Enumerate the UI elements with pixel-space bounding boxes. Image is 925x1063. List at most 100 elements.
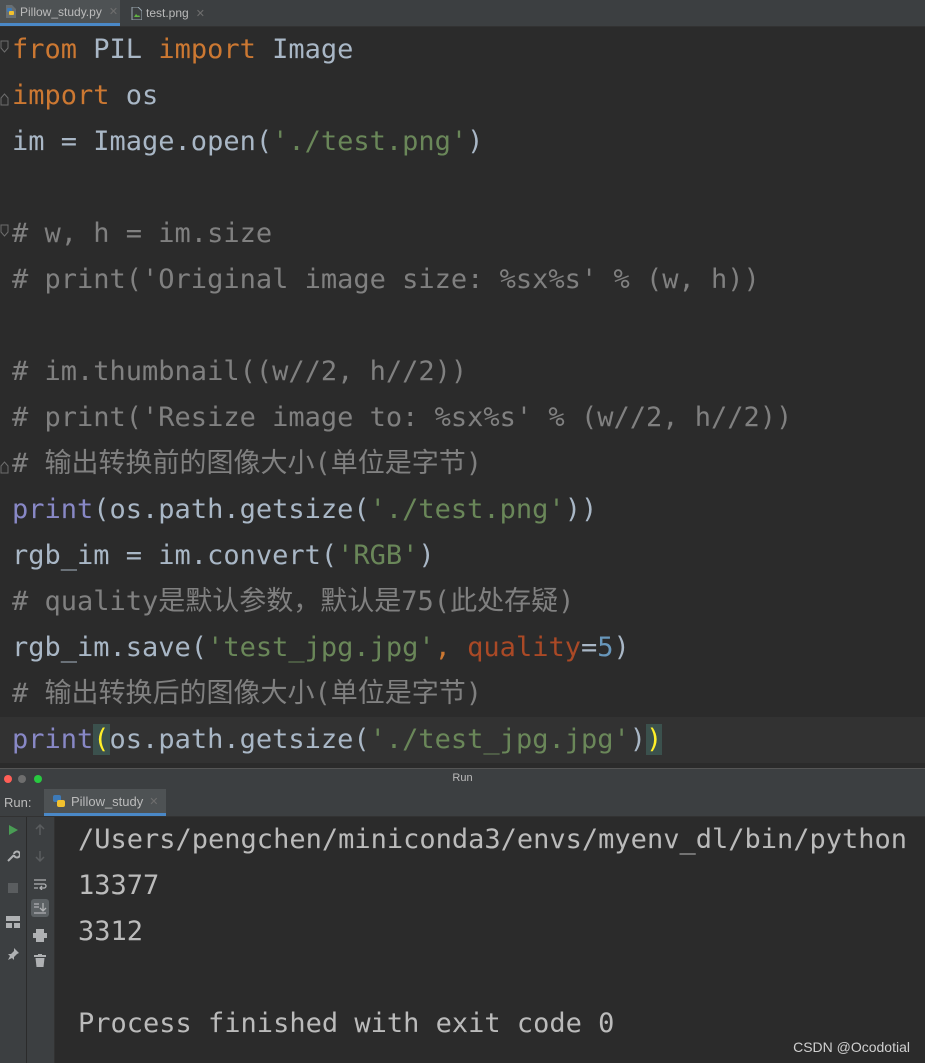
pin-icon <box>8 948 19 960</box>
console-line: 13377 <box>78 870 160 901</box>
code-token: rgb_im.save( <box>12 632 208 663</box>
run-window-title-bar: Run <box>0 768 925 789</box>
print-button[interactable] <box>31 926 49 944</box>
trash-icon <box>34 953 46 967</box>
code-line[interactable]: # w, h = im.size <box>12 211 272 257</box>
code-token: 5 <box>597 632 614 663</box>
editor-tab-bar: Pillow_study.py ✕ test.png ✕ <box>0 0 925 27</box>
image-file-icon <box>131 6 142 20</box>
code-token: os.path.getsize( <box>109 724 370 755</box>
code-token: os <box>109 80 159 111</box>
stop-icon <box>8 883 18 893</box>
tab-test-png[interactable]: test.png ✕ <box>126 0 216 26</box>
soft-wrap-icon <box>34 879 47 890</box>
code-line[interactable]: # 输出转换前的图像大小(单位是字节) <box>12 441 482 487</box>
code-line[interactable]: print(os.path.getsize('./test.png')) <box>12 487 597 533</box>
close-icon[interactable]: ✕ <box>196 7 205 20</box>
code-line[interactable]: rgb_im.save('test_jpg.jpg', quality=5) <box>12 625 630 671</box>
code-token: ) <box>418 540 435 571</box>
fold-icon[interactable] <box>0 223 9 245</box>
console-line: Process finished with exit code 0 <box>78 1008 615 1039</box>
code-token: './test.png' <box>369 494 565 525</box>
clear-all-button[interactable] <box>31 951 49 969</box>
rerun-button[interactable] <box>4 821 22 839</box>
scroll-to-end-button[interactable] <box>31 899 49 917</box>
code-token: Image <box>255 34 354 65</box>
code-line[interactable]: # print('Resize image to: %sx%s' % (w//2… <box>12 395 792 441</box>
console-line: 3312 <box>78 916 144 947</box>
wrench-icon <box>7 850 20 862</box>
code-line[interactable]: print(os.path.getsize('./test_jpg.jpg')) <box>12 717 663 763</box>
fold-icon[interactable] <box>0 39 9 61</box>
python-file-icon <box>6 5 16 18</box>
run-label: Run: <box>4 795 32 810</box>
code-line[interactable]: import os <box>12 73 158 119</box>
fold-icon[interactable] <box>0 453 9 475</box>
code-line[interactable]: rgb_im = im.convert('RGB') <box>12 533 435 579</box>
code-token: = <box>580 632 598 663</box>
console-line: /Users/pengchen/miniconda3/envs/myenv_dl… <box>78 824 908 855</box>
code-token: 'RGB' <box>337 540 419 571</box>
code-line[interactable]: # 输出转换后的图像大小(单位是字节) <box>12 671 482 717</box>
code-token: im = Image.open( <box>12 126 273 157</box>
arrow-up-icon <box>35 824 45 835</box>
code-token: rgb_im = im.convert( <box>12 540 338 571</box>
code-token: import <box>158 34 256 65</box>
code-token: # quality是默认参数，默认是75(此处存疑) <box>12 586 575 617</box>
pin-tab-button[interactable] <box>4 945 22 963</box>
print-icon <box>33 928 47 942</box>
code-token: print <box>12 724 94 755</box>
code-line[interactable]: # im.thumbnail((w//2, h//2)) <box>12 349 467 395</box>
code-token: './test.png' <box>272 126 468 157</box>
code-token: # print('Original image size: %sx%s' % (… <box>12 264 760 295</box>
code-token: # 输出转换后的图像大小(单位是字节) <box>12 678 483 709</box>
code-line[interactable]: # quality是默认参数，默认是75(此处存疑) <box>12 579 574 625</box>
code-token: )) <box>564 494 598 525</box>
code-token: print <box>12 494 94 525</box>
code-token: ( <box>93 724 110 755</box>
stop-button[interactable] <box>4 879 22 897</box>
previous-occurrence-button[interactable] <box>31 821 49 839</box>
code-token: './test_jpg.jpg' <box>369 724 630 755</box>
code-line[interactable]: im = Image.open('./test.png') <box>12 119 483 165</box>
close-icon[interactable]: ✕ <box>109 5 118 18</box>
code-token: PIL <box>77 34 159 65</box>
code-token: ) <box>629 724 646 755</box>
code-token: # 输出转换前的图像大小(单位是字节) <box>12 448 483 479</box>
run-toolbar-primary <box>0 817 27 1063</box>
restore-layout-button[interactable] <box>4 913 22 931</box>
run-tab-label: Pillow_study <box>71 793 144 809</box>
code-token: import <box>12 80 110 111</box>
run-tab-bar: Run: Pillow_study ✕ <box>0 789 925 817</box>
run-console[interactable]: /Users/pengchen/miniconda3/envs/myenv_dl… <box>55 817 925 1063</box>
code-token: # print('Resize image to: %sx%s' % (w//2… <box>12 402 793 433</box>
run-window-title: Run <box>452 772 473 784</box>
tab-pillow-study[interactable]: Pillow_study.py ✕ <box>0 0 120 26</box>
code-token: (os.path.getsize( <box>93 494 370 525</box>
code-line[interactable]: # print('Original image size: %sx%s' % (… <box>12 257 760 303</box>
code-token: from <box>12 34 78 65</box>
arrow-down-icon <box>35 851 45 862</box>
layout-icon <box>6 916 20 928</box>
code-token: # w, h = im.size <box>12 218 273 249</box>
tab-label: Pillow_study.py <box>20 4 102 19</box>
fold-icon[interactable] <box>0 85 9 107</box>
python-icon <box>53 795 65 807</box>
code-line[interactable]: from PIL import Image <box>12 27 353 73</box>
edit-config-button[interactable] <box>4 847 22 865</box>
code-token: 'test_jpg.jpg' <box>207 632 435 663</box>
tab-label: test.png <box>146 6 189 20</box>
code-editor[interactable]: from PIL import Image import os im = Image… <box>0 27 925 767</box>
next-occurrence-button[interactable] <box>31 847 49 865</box>
code-token: quality <box>467 632 581 663</box>
tab-run-pillow-study[interactable]: Pillow_study ✕ <box>44 789 167 816</box>
code-token: ) <box>613 632 630 663</box>
code-token: ) <box>646 724 663 755</box>
code-token: ) <box>467 126 484 157</box>
code-token: # im.thumbnail((w//2, h//2)) <box>12 356 468 387</box>
watermark: CSDN @Ocodotial <box>793 1039 910 1055</box>
scroll-to-end-icon <box>34 903 47 914</box>
soft-wrap-button[interactable] <box>31 875 49 893</box>
close-icon[interactable]: ✕ <box>149 795 158 808</box>
play-icon <box>9 825 18 835</box>
